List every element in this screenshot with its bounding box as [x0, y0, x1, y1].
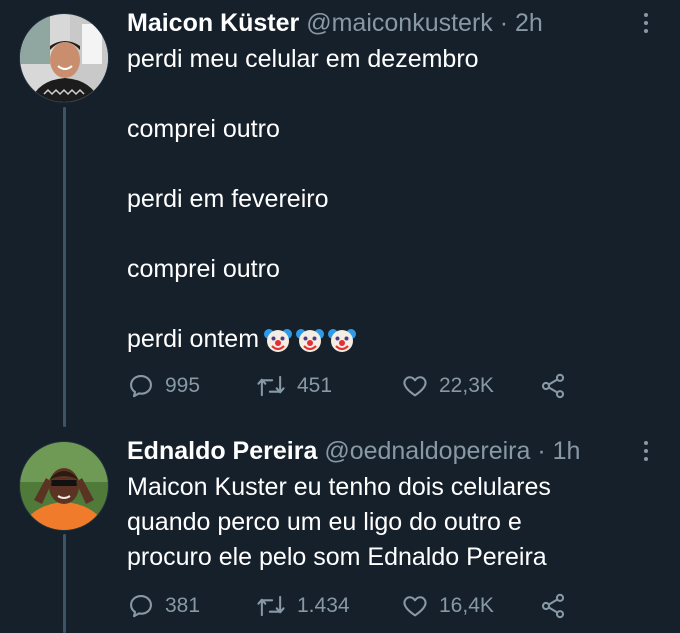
tweet-line: comprei outro — [127, 115, 280, 143]
like-icon — [403, 376, 427, 397]
like-button[interactable]: 16,4K — [401, 591, 494, 621]
tweet-text: perdi meu celular em dezembro comprei ou… — [127, 42, 479, 357]
tweet-line — [127, 217, 479, 252]
retweet-button[interactable]: 1.434 — [255, 591, 350, 621]
like-icon — [403, 596, 427, 617]
tweet-line — [127, 77, 479, 112]
share-button[interactable] — [539, 591, 567, 621]
retweet-count: 451 — [297, 374, 333, 397]
clown-emoji-group — [263, 325, 357, 355]
like-count: 22,3K — [439, 374, 494, 397]
tweet-line — [127, 147, 479, 182]
share-icon — [541, 373, 565, 399]
more-icon[interactable] — [636, 8, 656, 38]
reply-count: 381 — [165, 594, 201, 617]
like-count: 16,4K — [439, 594, 494, 617]
tweet-line: procuro ele pelo som Ednaldo Pereira — [127, 543, 547, 571]
reply-count: 995 — [165, 374, 201, 397]
author-name[interactable]: Maicon Küster — [127, 9, 299, 37]
retweet-count: 1.434 — [297, 594, 350, 617]
thread-line — [63, 534, 66, 633]
tweet-line: perdi em fevereiro — [127, 185, 329, 213]
author-name[interactable]: Ednaldo Pereira — [127, 437, 317, 465]
tweet-line: quando perco um eu ligo do outro e — [127, 508, 522, 536]
reply-icon — [130, 595, 152, 618]
retweet-icon — [257, 375, 285, 397]
clown-face-icon — [264, 329, 293, 353]
tweet-actions: 381 1.434 16,4K — [127, 591, 577, 621]
clown-face-icon — [296, 329, 325, 353]
like-button[interactable]: 22,3K — [401, 371, 494, 401]
tweet-header: Ednaldo Pereira @oednaldopereira · 1h — [127, 436, 580, 466]
tweet-line: comprei outro — [127, 255, 280, 283]
author-handle-time[interactable]: @maiconkusterk · 2h — [306, 9, 543, 37]
retweet-button[interactable]: 451 — [255, 371, 332, 401]
retweet-icon — [257, 595, 285, 617]
reply-button[interactable]: 381 — [127, 591, 200, 621]
tweet-line: perdi ontem — [127, 325, 260, 353]
avatar[interactable] — [20, 442, 108, 530]
avatar[interactable] — [20, 14, 108, 102]
clown-face-icon — [328, 329, 357, 353]
author-handle-time[interactable]: @oednaldopereira · 1h — [324, 437, 580, 465]
tweet-line-last: perdi ontem — [127, 322, 479, 357]
reply-button[interactable]: 995 — [127, 371, 200, 401]
tweet-header: Maicon Küster @maiconkusterk · 2h — [127, 8, 543, 38]
tweet-line — [127, 287, 479, 322]
thread-line — [63, 107, 66, 427]
tweet-line: perdi meu celular em dezembro — [127, 45, 479, 73]
share-icon — [541, 593, 565, 619]
tweet-actions: 995 451 22,3K — [127, 371, 577, 401]
more-icon[interactable] — [636, 436, 656, 466]
tweet-text: Maicon Kuster eu tenho dois celulares qu… — [127, 470, 551, 575]
tweet-line: Maicon Kuster eu tenho dois celulares — [127, 473, 551, 501]
share-button[interactable] — [539, 371, 567, 401]
reply-icon — [130, 375, 152, 398]
